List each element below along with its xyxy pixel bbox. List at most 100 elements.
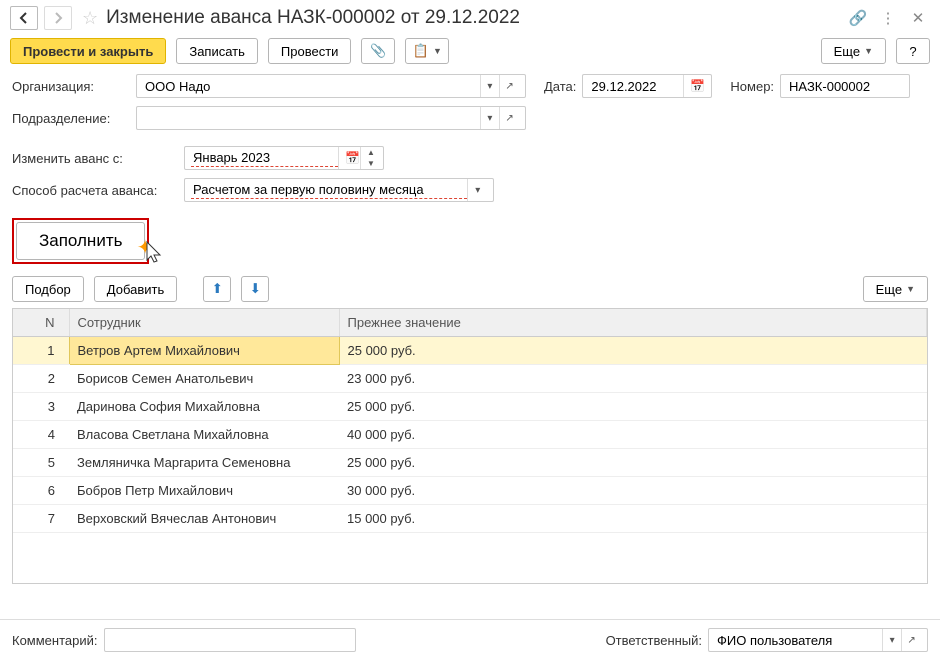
post-button[interactable]: Провести — [268, 38, 352, 64]
org-input[interactable] — [143, 78, 480, 95]
move-up-button[interactable]: ⬆ — [203, 276, 231, 302]
responsible-input[interactable] — [715, 632, 882, 649]
paperclip-icon: 📎 — [370, 43, 386, 59]
spin-up-button[interactable]: ▲ — [361, 147, 377, 158]
cell-prev[interactable]: 23 000 руб. — [339, 365, 927, 393]
dept-open-button[interactable]: ↗ — [499, 107, 519, 129]
report-icon: 📋 — [413, 43, 429, 59]
page-title: Изменение аванса НАЗК-000002 от 29.12.20… — [106, 7, 840, 29]
table-row[interactable]: 5Земляничка Маргарита Семеновна25 000 ру… — [13, 449, 927, 477]
method-input[interactable] — [191, 181, 467, 199]
attach-button[interactable]: 📎 — [361, 38, 395, 64]
cell-employee[interactable]: Даринова София Михайловна — [69, 393, 339, 421]
cell-prev[interactable]: 40 000 руб. — [339, 421, 927, 449]
add-button[interactable]: Добавить — [94, 276, 177, 302]
arrow-down-icon: ⬇ — [250, 281, 261, 297]
cell-employee[interactable]: Земляничка Маргарита Семеновна — [69, 449, 339, 477]
cell-n[interactable]: 2 — [13, 365, 69, 393]
cell-n[interactable]: 3 — [13, 393, 69, 421]
close-icon[interactable]: ✕ — [906, 6, 930, 30]
cell-prev[interactable]: 25 000 руб. — [339, 449, 927, 477]
dept-field[interactable]: ▾ ↗ — [136, 106, 526, 130]
kebab-menu-icon[interactable]: ⋮ — [876, 6, 900, 30]
date-input[interactable] — [589, 78, 683, 95]
cell-n[interactable]: 4 — [13, 421, 69, 449]
cell-prev[interactable]: 30 000 руб. — [339, 477, 927, 505]
responsible-open-button[interactable]: ↗ — [901, 629, 921, 651]
table-row[interactable]: 7Верховский Вячеслав Антонович15 000 руб… — [13, 505, 927, 533]
comment-field[interactable] — [104, 628, 356, 652]
col-prev[interactable]: Прежнее значение — [339, 309, 927, 337]
nav-forward-button[interactable] — [44, 6, 72, 30]
responsible-label: Ответственный: — [606, 633, 702, 648]
cell-employee[interactable]: Бобров Петр Михайлович — [69, 477, 339, 505]
method-field[interactable]: ▾ — [184, 178, 494, 202]
nav-back-button[interactable] — [10, 6, 38, 30]
calendar-icon[interactable]: 📅 — [338, 147, 360, 169]
chevron-down-icon: ▼ — [864, 46, 873, 56]
change-from-label: Изменить аванс с: — [12, 151, 178, 166]
arrow-right-icon — [52, 12, 64, 24]
cell-employee[interactable]: Верховский Вячеслав Антонович — [69, 505, 339, 533]
cursor-icon — [145, 240, 165, 270]
more-button[interactable]: Еще ▼ — [821, 38, 886, 64]
number-label: Номер: — [730, 79, 774, 94]
col-n[interactable]: N — [13, 309, 69, 337]
arrow-up-icon: ⬆ — [212, 281, 223, 297]
employees-table[interactable]: N Сотрудник Прежнее значение 1Ветров Арт… — [12, 308, 928, 584]
fill-button-highlight: Заполнить ✦ — [12, 218, 149, 264]
org-open-button[interactable]: ↗ — [499, 75, 519, 97]
cell-n[interactable]: 5 — [13, 449, 69, 477]
select-button[interactable]: Подбор — [12, 276, 84, 302]
reports-button[interactable]: 📋 ▼ — [405, 38, 449, 64]
table-row[interactable]: 4Власова Светлана Михайловна40 000 руб. — [13, 421, 927, 449]
responsible-dropdown-button[interactable]: ▾ — [882, 629, 901, 651]
cell-n[interactable]: 7 — [13, 505, 69, 533]
change-from-field[interactable]: 📅 ▲ ▼ — [184, 146, 384, 170]
table-row[interactable]: 6Бобров Петр Михайлович30 000 руб. — [13, 477, 927, 505]
comment-input[interactable] — [111, 632, 349, 649]
cell-employee[interactable]: Власова Светлана Михайловна — [69, 421, 339, 449]
table-row[interactable]: 1Ветров Артем Михайлович25 000 руб. — [13, 337, 927, 365]
dept-label: Подразделение: — [12, 111, 130, 126]
table-more-button[interactable]: Еще ▼ — [863, 276, 928, 302]
save-button[interactable]: Записать — [176, 38, 258, 64]
number-input[interactable] — [787, 78, 903, 95]
responsible-field[interactable]: ▾ ↗ — [708, 628, 928, 652]
change-from-input[interactable] — [191, 149, 338, 167]
cell-employee[interactable]: Борисов Семен Анатольевич — [69, 365, 339, 393]
col-employee[interactable]: Сотрудник — [69, 309, 339, 337]
cell-prev[interactable]: 25 000 руб. — [339, 393, 927, 421]
fill-button[interactable]: Заполнить — [16, 222, 145, 260]
chevron-down-icon: ▼ — [906, 284, 915, 294]
help-button[interactable]: ? — [896, 38, 930, 64]
date-label: Дата: — [544, 79, 576, 94]
calendar-icon[interactable]: 📅 — [683, 75, 705, 97]
chevron-down-icon: ▼ — [433, 46, 442, 56]
date-field[interactable]: 📅 — [582, 74, 712, 98]
link-icon[interactable]: 🔗 — [846, 6, 870, 30]
org-dropdown-button[interactable]: ▾ — [480, 75, 499, 97]
dept-input[interactable] — [143, 110, 480, 127]
cell-employee[interactable]: Ветров Артем Михайлович — [69, 337, 339, 365]
cell-n[interactable]: 1 — [13, 337, 69, 365]
org-field[interactable]: ▾ ↗ — [136, 74, 526, 98]
table-row[interactable]: 2Борисов Семен Анатольевич23 000 руб. — [13, 365, 927, 393]
spin-down-button[interactable]: ▼ — [361, 158, 377, 169]
number-field[interactable] — [780, 74, 910, 98]
cell-prev[interactable]: 15 000 руб. — [339, 505, 927, 533]
cell-n[interactable]: 6 — [13, 477, 69, 505]
org-label: Организация: — [12, 79, 130, 94]
favorite-star-icon[interactable]: ☆ — [82, 8, 98, 29]
more-label: Еще — [834, 44, 860, 59]
method-dropdown-button[interactable]: ▾ — [467, 179, 487, 201]
dept-dropdown-button[interactable]: ▾ — [480, 107, 499, 129]
cell-prev[interactable]: 25 000 руб. — [339, 337, 927, 365]
method-label: Способ расчета аванса: — [12, 183, 178, 198]
move-down-button[interactable]: ⬇ — [241, 276, 269, 302]
table-row[interactable]: 3Даринова София Михайловна25 000 руб. — [13, 393, 927, 421]
comment-label: Комментарий: — [12, 633, 98, 648]
arrow-left-icon — [18, 12, 30, 24]
post-and-close-button[interactable]: Провести и закрыть — [10, 38, 166, 64]
table-more-label: Еще — [876, 282, 902, 297]
